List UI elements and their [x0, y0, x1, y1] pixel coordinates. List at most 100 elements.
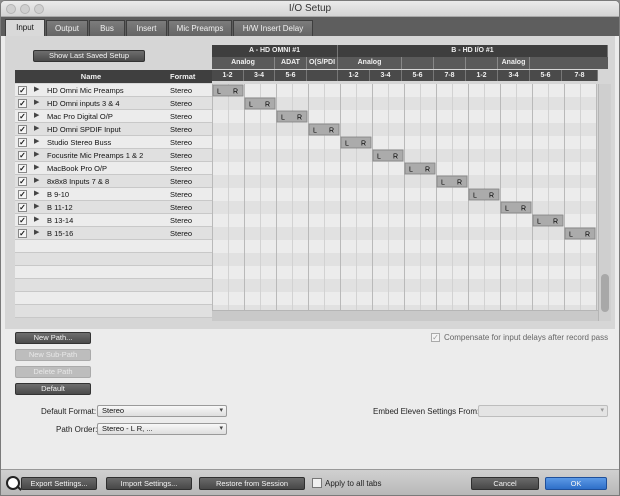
- enable-checkbox[interactable]: ✓: [18, 138, 27, 147]
- enable-checkbox[interactable]: ✓: [18, 164, 27, 173]
- enable-checkbox[interactable]: ✓: [18, 86, 27, 95]
- lr-assignment: LR: [532, 214, 564, 227]
- path-format: Stereo: [170, 216, 193, 225]
- path-row[interactable]: ✓ ▶ B 9-10 Stereo: [15, 188, 212, 201]
- channel-header: 1-2: [338, 70, 370, 81]
- path-row[interactable]: ✓ ▶ Studio Stereo Buss Stereo: [15, 136, 212, 149]
- expand-arrow-icon[interactable]: ▶: [34, 189, 39, 197]
- path-format: Stereo: [170, 177, 193, 186]
- path-name[interactable]: HD Omni Mic Preamps: [47, 86, 124, 95]
- tab-input[interactable]: Input: [5, 19, 45, 36]
- scroll-thumb[interactable]: [601, 274, 609, 312]
- left-channel-label: L: [441, 180, 445, 187]
- path-row[interactable]: ✓ ▶ Focusrite Mic Preamps 1 & 2 Stereo: [15, 149, 212, 162]
- path-row[interactable]: ✓ ▶ B 15-16 Stereo: [15, 227, 212, 240]
- name-column-header[interactable]: Name: [15, 70, 167, 83]
- routing-grid[interactable]: LRLRLRLRLRLRLRLRLRLRLRLR: [212, 84, 598, 321]
- path-row[interactable]: ✓ ▶ B 13-14 Stereo: [15, 214, 212, 227]
- path-row[interactable]: ✓ ▶ MacBook Pro O/P Stereo: [15, 162, 212, 175]
- right-channel-label: R: [425, 167, 430, 174]
- embed-settings-select[interactable]: ▾: [478, 405, 608, 417]
- enable-checkbox[interactable]: ✓: [18, 229, 27, 238]
- expand-arrow-icon[interactable]: ▶: [34, 124, 39, 132]
- embed-settings-label: Embed Eleven Settings From:: [373, 407, 480, 416]
- vertical-scrollbar[interactable]: [598, 84, 611, 321]
- path-row[interactable]: ✓ ▶ HD Omni inputs 3 & 4 Stereo: [15, 97, 212, 110]
- expand-arrow-icon[interactable]: ▶: [34, 202, 39, 210]
- tab-mic-preamps[interactable]: Mic Preamps: [168, 20, 232, 36]
- right-channel-label: R: [329, 128, 334, 135]
- enable-checkbox[interactable]: ✓: [18, 151, 27, 160]
- path-row[interactable]: ✓ ▶ 8x8x8 Inputs 7 & 8 Stereo: [15, 175, 212, 188]
- default-format-select[interactable]: Stereo ▾: [97, 405, 227, 417]
- enable-checkbox[interactable]: ✓: [18, 203, 27, 212]
- lr-assignment: LR: [212, 84, 244, 97]
- apply-all-checkbox[interactable]: [312, 478, 322, 488]
- path-format: Stereo: [170, 112, 193, 121]
- tab-hw-insert-delay[interactable]: H/W Insert Delay: [233, 20, 313, 36]
- new-path-button[interactable]: New Path...: [15, 332, 91, 344]
- new-sub-path-button[interactable]: New Sub-Path: [15, 349, 91, 361]
- left-channel-label: L: [217, 89, 221, 96]
- enable-checkbox[interactable]: ✓: [18, 125, 27, 134]
- path-name[interactable]: Studio Stereo Buss: [47, 138, 111, 147]
- expand-arrow-icon[interactable]: ▶: [34, 137, 39, 145]
- device-header-b: B - HD I/O #1: [338, 45, 608, 57]
- path-format: Stereo: [170, 164, 193, 173]
- path-name[interactable]: HD Omni SPDIF Input: [47, 125, 121, 134]
- tab-bar: Input Output Bus Insert Mic Preamps H/W …: [1, 17, 619, 36]
- cancel-button[interactable]: Cancel: [471, 477, 539, 490]
- show-last-saved-setup-button[interactable]: Show Last Saved Setup: [33, 50, 145, 62]
- path-name[interactable]: B 13-14: [47, 216, 73, 225]
- expand-arrow-icon[interactable]: ▶: [34, 85, 39, 93]
- expand-arrow-icon[interactable]: ▶: [34, 150, 39, 158]
- export-settings-button[interactable]: Export Settings...: [21, 477, 97, 490]
- path-name[interactable]: B 15-16: [47, 229, 73, 238]
- subgroup-adat: ADAT: [275, 57, 307, 69]
- expand-arrow-icon[interactable]: ▶: [34, 98, 39, 106]
- path-name[interactable]: B 9-10: [47, 190, 69, 199]
- expand-arrow-icon[interactable]: ▶: [34, 228, 39, 236]
- path-format: Stereo: [170, 190, 193, 199]
- search-icon[interactable]: [6, 476, 22, 491]
- right-channel-label: R: [297, 115, 302, 122]
- path-order-select[interactable]: Stereo - L R, ... ▾: [97, 423, 227, 435]
- tab-bus[interactable]: Bus: [89, 20, 125, 36]
- expand-arrow-icon[interactable]: ▶: [34, 215, 39, 223]
- restore-from-session-button[interactable]: Restore from Session: [199, 477, 305, 490]
- path-row[interactable]: ✓ ▶ Mac Pro Digital O/P Stereo: [15, 110, 212, 123]
- title-bar: I/O Setup: [1, 1, 619, 17]
- expand-arrow-icon[interactable]: ▶: [34, 163, 39, 171]
- import-settings-button[interactable]: Import Settings...: [106, 477, 192, 490]
- empty-row: [15, 279, 212, 292]
- enable-checkbox[interactable]: ✓: [18, 177, 27, 186]
- expand-arrow-icon[interactable]: ▶: [34, 176, 39, 184]
- enable-checkbox[interactable]: ✓: [18, 112, 27, 121]
- path-name[interactable]: 8x8x8 Inputs 7 & 8: [47, 177, 109, 186]
- tab-insert[interactable]: Insert: [126, 20, 167, 36]
- horizontal-scrollbar[interactable]: [212, 310, 598, 321]
- format-column-header[interactable]: Format: [167, 70, 212, 83]
- path-name[interactable]: Mac Pro Digital O/P: [47, 112, 113, 121]
- path-name[interactable]: B 11-12: [47, 203, 73, 212]
- default-button[interactable]: Default: [15, 383, 91, 395]
- right-channel-label: R: [233, 89, 238, 96]
- enable-checkbox[interactable]: ✓: [18, 216, 27, 225]
- ok-button[interactable]: OK: [545, 477, 607, 490]
- tab-output[interactable]: Output: [46, 20, 88, 36]
- path-name[interactable]: HD Omni inputs 3 & 4: [47, 99, 120, 108]
- compensate-checkbox[interactable]: ✓: [431, 333, 440, 342]
- path-row[interactable]: ✓ ▶ HD Omni Mic Preamps Stereo: [15, 84, 212, 97]
- path-name[interactable]: MacBook Pro O/P: [47, 164, 107, 173]
- delete-path-button[interactable]: Delete Path: [15, 366, 91, 378]
- channel-header: 5-6: [530, 70, 562, 81]
- path-row[interactable]: ✓ ▶ B 11-12 Stereo: [15, 201, 212, 214]
- enable-checkbox[interactable]: ✓: [18, 190, 27, 199]
- empty-row: [15, 305, 212, 318]
- expand-arrow-icon[interactable]: ▶: [34, 111, 39, 119]
- path-row[interactable]: ✓ ▶ HD Omni SPDIF Input Stereo: [15, 123, 212, 136]
- window-title: I/O Setup: [288, 3, 332, 14]
- enable-checkbox[interactable]: ✓: [18, 99, 27, 108]
- path-name[interactable]: Focusrite Mic Preamps 1 & 2: [47, 151, 143, 160]
- left-channel-label: L: [281, 115, 285, 122]
